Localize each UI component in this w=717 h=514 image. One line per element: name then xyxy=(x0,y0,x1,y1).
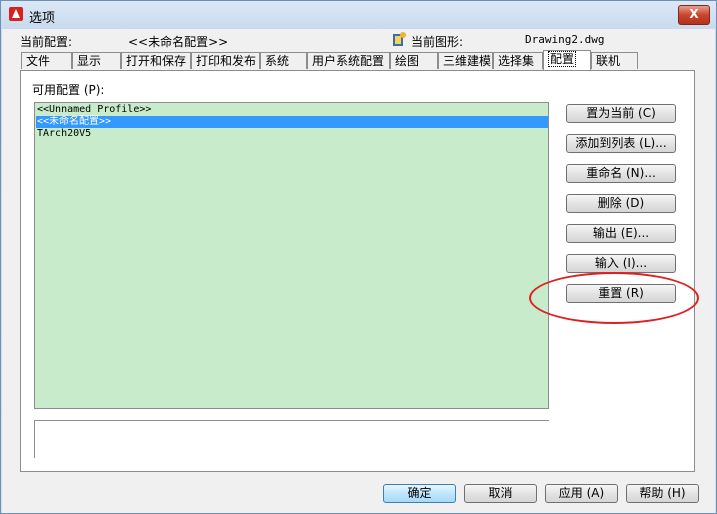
available-profiles-label: 可用配置 (P): xyxy=(32,83,105,97)
tab-system[interactable]: 系统 xyxy=(260,52,307,69)
delete-button[interactable]: 删除 (D) xyxy=(566,194,676,213)
profile-description-box xyxy=(34,420,549,458)
current-profile-label: 当前配置: xyxy=(20,35,73,49)
tab-profiles-label: 配置 xyxy=(548,51,577,67)
tab-drafting[interactable]: 绘图 xyxy=(390,52,438,69)
tab-plot-publish[interactable]: 打印和发布 xyxy=(191,52,260,69)
list-item[interactable]: <<Unnamed Profile>> xyxy=(37,104,151,116)
tab-selection[interactable]: 选择集 xyxy=(493,52,543,69)
profile-list[interactable]: <<Unnamed Profile>> <<未命名配置>> TArch20V5 xyxy=(34,102,549,409)
tab-file[interactable]: 文件 xyxy=(21,52,72,69)
list-item[interactable]: TArch20V5 xyxy=(37,128,91,140)
options-dialog: 选项 X 当前配置: <<未命名配置>> 当前图形: Drawing2.dwg … xyxy=(0,0,717,514)
tab-display[interactable]: 显示 xyxy=(72,52,121,69)
tab-open-save[interactable]: 打开和保存 xyxy=(121,52,191,69)
dialog-client: 当前配置: <<未命名配置>> 当前图形: Drawing2.dwg 文件 显示… xyxy=(2,29,715,513)
cancel-button[interactable]: 取消 xyxy=(464,484,537,503)
profiles-panel: 可用配置 (P): <<Unnamed Profile>> <<未命名配置>> … xyxy=(20,70,695,472)
import-button[interactable]: 输入 (I)... xyxy=(566,254,676,273)
export-button[interactable]: 输出 (E)... xyxy=(566,224,676,243)
tab-profiles[interactable]: 配置 xyxy=(543,50,591,70)
set-current-button[interactable]: 置为当前 (C) xyxy=(566,104,676,123)
current-profile-value: <<未命名配置>> xyxy=(128,35,229,49)
tab-3d-modeling[interactable]: 三维建模 xyxy=(438,52,493,69)
ok-button[interactable]: 确定 xyxy=(383,484,456,503)
rename-button[interactable]: 重命名 (N)... xyxy=(566,164,676,183)
window-title: 选项 xyxy=(29,11,56,26)
current-drawing-label: 当前图形: xyxy=(411,35,464,49)
drawing-file-icon xyxy=(393,32,406,46)
tab-user-preferences[interactable]: 用户系统配置 xyxy=(307,52,390,69)
tab-online[interactable]: 联机 xyxy=(591,52,638,69)
list-item-selected[interactable]: <<未命名配置>> xyxy=(36,116,548,128)
add-to-list-button[interactable]: 添加到列表 (L)... xyxy=(566,134,676,153)
reset-button[interactable]: 重置 (R) xyxy=(566,284,676,303)
title-bar: 选项 X xyxy=(1,1,716,29)
close-button[interactable]: X xyxy=(678,5,710,25)
apply-button[interactable]: 应用 (A) xyxy=(545,484,618,503)
current-drawing-value: Drawing2.dwg xyxy=(525,33,605,46)
autocad-logo-icon xyxy=(9,7,23,21)
help-button[interactable]: 帮助 (H) xyxy=(626,484,699,503)
